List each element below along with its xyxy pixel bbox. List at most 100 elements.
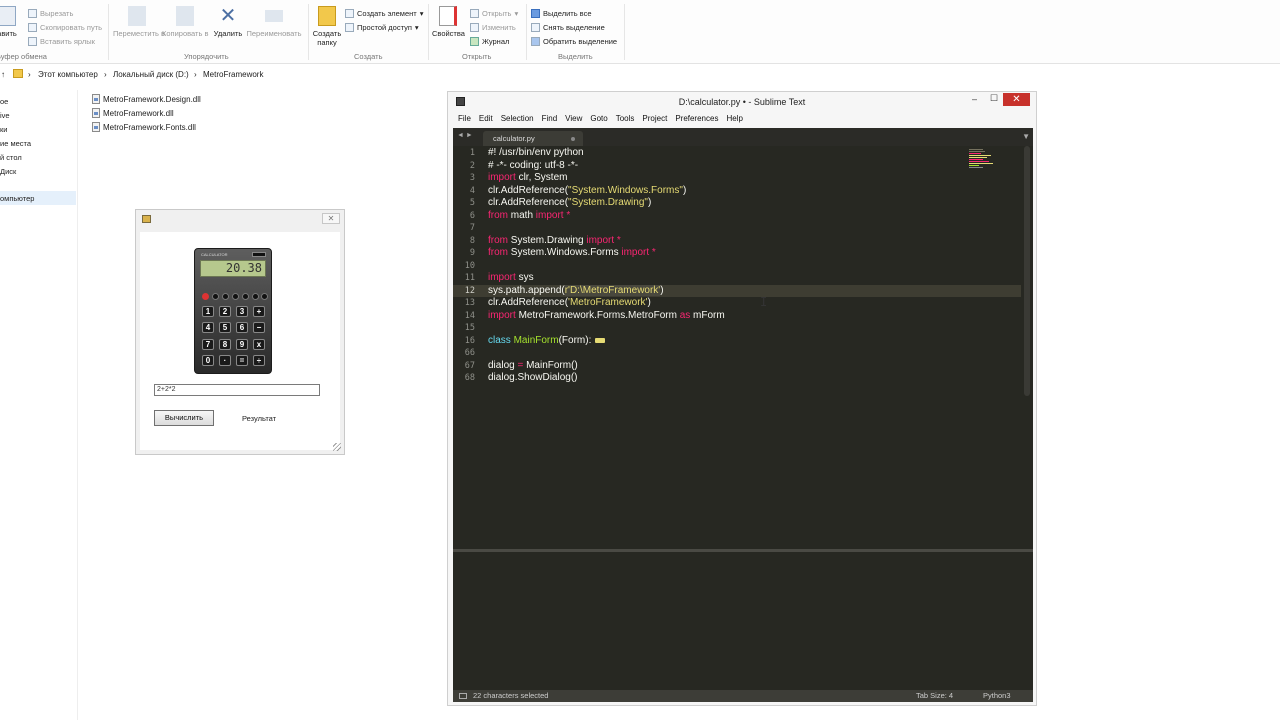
paste-button[interactable]: авить bbox=[0, 6, 20, 38]
open-button[interactable]: Открыть ▾ bbox=[470, 7, 518, 19]
new-item-button[interactable]: Создать элемент ▾ bbox=[345, 7, 423, 19]
easy-access-button[interactable]: Простой доступ ▾ bbox=[345, 21, 419, 33]
result-label: Результат bbox=[242, 414, 277, 423]
form-close-button[interactable]: ✕ bbox=[322, 213, 340, 224]
code-line: clr.AddReference("System.Windows.Forms") bbox=[488, 185, 686, 196]
form-titlebar[interactable]: ✕ bbox=[136, 210, 344, 228]
solar-panel bbox=[252, 252, 266, 257]
menu-file[interactable]: File bbox=[454, 112, 475, 125]
open-icon bbox=[470, 8, 479, 18]
calculate-button[interactable]: Вычислить bbox=[154, 410, 214, 426]
dll-file-icon bbox=[92, 94, 100, 104]
panel-toggle-icon[interactable] bbox=[459, 693, 467, 699]
menu-tools[interactable]: Tools bbox=[612, 112, 639, 125]
keyword: from bbox=[488, 247, 508, 258]
minimap[interactable] bbox=[969, 149, 999, 173]
shortcut-icon bbox=[28, 36, 37, 46]
resize-grip[interactable] bbox=[333, 443, 341, 451]
line-number: 66 bbox=[464, 348, 475, 358]
keyword: from bbox=[488, 235, 508, 246]
sublime-titlebar[interactable]: D:\calculator.py • - Sublime Text – ☐ ✕ bbox=[448, 92, 1036, 112]
menu-selection[interactable]: Selection bbox=[497, 112, 538, 125]
select-all-button[interactable]: Выделить все bbox=[531, 7, 592, 19]
select-none-button[interactable]: Снять выделение bbox=[531, 21, 605, 33]
select-none-label: Снять выделение bbox=[543, 22, 605, 32]
fold-marker-icon[interactable] bbox=[595, 338, 606, 343]
edit-button[interactable]: Изменить bbox=[470, 21, 516, 33]
menu-help[interactable]: Help bbox=[722, 112, 746, 125]
nav-item[interactable]: ие места bbox=[0, 139, 31, 148]
nav-item[interactable]: ive bbox=[0, 111, 10, 120]
breadcrumb-local-disk[interactable]: Локальный диск (D:) bbox=[113, 70, 189, 79]
new-item-label: Создать элемент bbox=[357, 8, 417, 18]
calculator-image: CALCULATOR 20.38 1 2 3 + 4 5 6 − 7 8 9 x… bbox=[194, 248, 272, 374]
unsaved-dot-icon[interactable] bbox=[571, 137, 575, 141]
tab-bar: ◄ ► calculator.py ▼ bbox=[453, 128, 1033, 146]
maximize-button[interactable]: ☐ bbox=[990, 93, 1000, 104]
selection-status: 22 characters selected bbox=[473, 691, 549, 700]
nav-item[interactable]: й стол bbox=[0, 153, 22, 162]
explorer-ribbon: авить Вырезать Скопировать путь Вставить… bbox=[0, 0, 1280, 64]
up-arrow-icon[interactable]: ↑ bbox=[1, 70, 5, 79]
menu-project[interactable]: Project bbox=[638, 112, 671, 125]
line-number: 9 bbox=[469, 248, 475, 258]
copy-to-button[interactable]: Копировать в bbox=[162, 6, 208, 38]
address-bar[interactable]: ↑ › Этот компьютер › Локальный диск (D:)… bbox=[0, 67, 1280, 83]
copy-path-icon bbox=[28, 22, 37, 32]
ribbon-separator bbox=[108, 4, 109, 60]
code-line: import clr, System bbox=[488, 172, 567, 183]
minimize-button[interactable]: – bbox=[972, 94, 982, 104]
file-item[interactable]: MetroFramework.Design.dll bbox=[92, 94, 201, 104]
calculator-key: 1 bbox=[202, 306, 214, 317]
file-item[interactable]: MetroFramework.dll bbox=[92, 108, 174, 118]
menu-goto[interactable]: Goto bbox=[586, 112, 611, 125]
menu-edit[interactable]: Edit bbox=[475, 112, 497, 125]
keyword: import bbox=[488, 172, 516, 183]
code-editor[interactable]: 1 2 3 4 5 6 7 8 9 10 11 12 13 14 15 16 6… bbox=[453, 146, 1033, 549]
calculator-key: 6 bbox=[236, 322, 248, 333]
tab-calculator-py[interactable]: calculator.py bbox=[483, 131, 583, 146]
tab-scroll-arrows[interactable]: ◄ ► bbox=[457, 132, 473, 139]
file-name: MetroFramework.Design.dll bbox=[103, 94, 201, 104]
breadcrumb-this-pc[interactable]: Этот компьютер bbox=[38, 70, 98, 79]
calculator-red-key bbox=[202, 293, 209, 300]
line-number: 68 bbox=[464, 373, 475, 383]
calculator-small-key bbox=[242, 293, 249, 300]
copy-path-button[interactable]: Скопировать путь bbox=[28, 21, 102, 33]
close-button[interactable]: ✕ bbox=[1003, 93, 1030, 106]
code-line: dialog.ShowDialog() bbox=[488, 372, 578, 383]
move-to-button[interactable]: Переместить в bbox=[113, 6, 165, 38]
breadcrumb-separator: › bbox=[194, 70, 197, 79]
nav-item-this-pc[interactable]: омпьютер bbox=[0, 194, 34, 203]
chevron-down-icon: ▾ bbox=[419, 8, 424, 18]
paste-label: авить bbox=[0, 29, 17, 38]
line-number: 7 bbox=[469, 223, 475, 233]
cut-button[interactable]: Вырезать bbox=[28, 7, 73, 19]
calculator-key: x bbox=[253, 339, 265, 350]
syntax-indicator[interactable]: Python3 bbox=[983, 691, 1011, 700]
invert-selection-button[interactable]: Обратить выделение bbox=[531, 35, 617, 47]
file-item[interactable]: MetroFramework.Fonts.dll bbox=[92, 122, 196, 132]
menu-find[interactable]: Find bbox=[538, 112, 562, 125]
nav-item[interactable]: ое bbox=[0, 97, 8, 106]
group-label-open: Открыть bbox=[462, 52, 492, 61]
tab-size-indicator[interactable]: Tab Size: 4 bbox=[916, 691, 953, 700]
expression-input[interactable]: 2+2*2 bbox=[154, 384, 320, 396]
paste-shortcut-button[interactable]: Вставить ярлык bbox=[28, 35, 95, 47]
copy-folder-icon bbox=[176, 6, 194, 26]
line-number: 13 bbox=[464, 298, 475, 308]
vertical-scrollbar[interactable] bbox=[1024, 146, 1030, 396]
new-folder-button[interactable]: Создать папку bbox=[311, 6, 343, 47]
history-button[interactable]: Журнал bbox=[470, 35, 509, 47]
breadcrumb-metroframework[interactable]: MetroFramework bbox=[203, 70, 263, 79]
nav-item[interactable]: Диск bbox=[0, 167, 16, 176]
menu-view[interactable]: View bbox=[561, 112, 586, 125]
rename-button[interactable]: Переименовать bbox=[245, 6, 303, 38]
menu-preferences[interactable]: Preferences bbox=[671, 112, 722, 125]
mouse-cursor-icon: I bbox=[760, 295, 768, 309]
file-name: MetroFramework.dll bbox=[103, 108, 174, 118]
properties-button[interactable]: Свойства bbox=[432, 6, 465, 38]
delete-button[interactable]: ✕ Удалить bbox=[210, 6, 246, 38]
tab-dropdown-icon[interactable]: ▼ bbox=[1022, 132, 1030, 141]
nav-item[interactable]: ки bbox=[0, 125, 7, 134]
